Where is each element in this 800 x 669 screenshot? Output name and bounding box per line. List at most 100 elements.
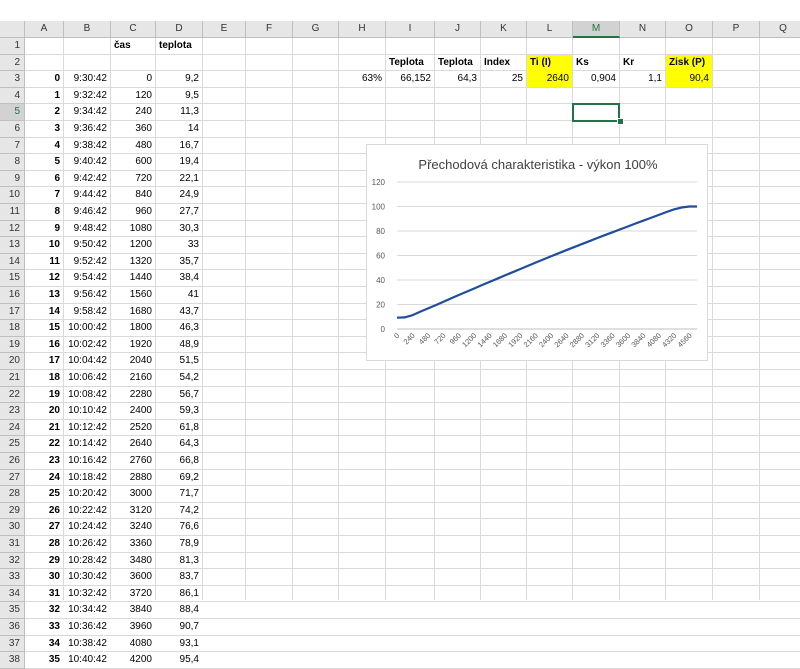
row-header-26[interactable]: 26 [0,453,25,470]
data-index-cell[interactable]: 22 [25,436,63,452]
data-index-cell[interactable]: 17 [25,353,63,369]
data-time-cell[interactable]: 9:46:42 [64,204,110,220]
row-header-22[interactable]: 22 [0,386,25,404]
param-label-o[interactable]: Zisk (P) [666,54,712,71]
data-seconds-cell[interactable]: 2880 [111,470,155,486]
data-seconds-cell[interactable]: 3120 [111,503,155,519]
column-header-m[interactable]: M [573,21,620,38]
data-temperature-cell[interactable]: 19,4 [156,154,202,170]
row-header-33[interactable]: 33 [0,569,25,586]
column-header-h[interactable]: H [339,21,386,38]
data-temperature-cell[interactable]: 76,6 [156,519,202,535]
column-header-j[interactable]: J [435,21,481,38]
data-temperature-cell[interactable]: 43,7 [156,304,202,320]
data-time-cell[interactable]: 10:06:42 [64,370,110,386]
data-index-cell[interactable]: 14 [25,304,63,320]
param-value-j[interactable]: 64,3 [435,71,480,87]
data-temperature-cell[interactable]: 41 [156,287,202,303]
data-time-cell[interactable]: 10:16:42 [64,453,110,469]
select-all-corner[interactable] [0,21,25,38]
data-temperature-cell[interactable]: 61,8 [156,420,202,436]
data-temperature-cell[interactable]: 38,4 [156,270,202,286]
data-index-cell[interactable]: 25 [25,486,63,502]
column-header-k[interactable]: K [481,21,527,38]
data-time-cell[interactable]: 10:32:42 [64,586,110,602]
data-temperature-cell[interactable]: 56,7 [156,387,202,403]
data-index-cell[interactable]: 32 [25,602,63,618]
data-time-cell[interactable]: 10:36:42 [64,619,110,635]
row-header-24[interactable]: 24 [0,419,25,437]
data-time-cell[interactable]: 10:22:42 [64,503,110,519]
data-seconds-cell[interactable]: 600 [111,154,155,170]
data-time-cell[interactable]: 10:10:42 [64,403,110,419]
data-index-cell[interactable]: 29 [25,553,63,569]
row-header-19[interactable]: 19 [0,336,25,354]
data-index-cell[interactable]: 1 [25,88,63,104]
data-temperature-cell[interactable]: 74,2 [156,503,202,519]
param-value-h[interactable]: 63% [339,71,385,87]
column-header-f[interactable]: F [246,21,293,38]
data-temperature-cell[interactable]: 9,5 [156,88,202,104]
data-index-cell[interactable]: 9 [25,221,63,237]
column-header-q[interactable]: Q [760,21,800,38]
data-time-cell[interactable]: 9:30:42 [64,71,110,87]
data-index-cell[interactable]: 16 [25,337,63,353]
data-seconds-cell[interactable]: 1320 [111,254,155,270]
row-header-32[interactable]: 32 [0,552,25,570]
column-header-n[interactable]: N [620,21,666,38]
data-index-cell[interactable]: 18 [25,370,63,386]
data-index-cell[interactable]: 7 [25,187,63,203]
row-header-16[interactable]: 16 [0,287,25,304]
data-index-cell[interactable]: 35 [25,652,63,668]
data-seconds-cell[interactable]: 4080 [111,636,155,652]
data-temperature-cell[interactable]: 81,3 [156,553,202,569]
data-index-cell[interactable]: 23 [25,453,63,469]
data-seconds-cell[interactable]: 840 [111,187,155,203]
data-index-cell[interactable]: 30 [25,569,63,585]
row-header-10[interactable]: 10 [0,187,25,204]
data-seconds-cell[interactable]: 1440 [111,270,155,286]
data-index-cell[interactable]: 31 [25,586,63,602]
row-header-13[interactable]: 13 [0,237,25,254]
data-time-cell[interactable]: 9:42:42 [64,171,110,187]
header-cas[interactable]: čas [111,38,155,54]
row-header-17[interactable]: 17 [0,303,25,321]
column-header-e[interactable]: E [203,21,246,38]
row-header-14[interactable]: 14 [0,253,25,271]
data-temperature-cell[interactable]: 16,7 [156,138,202,154]
data-temperature-cell[interactable]: 30,3 [156,221,202,237]
data-index-cell[interactable]: 0 [25,71,63,87]
data-temperature-cell[interactable]: 59,3 [156,403,202,419]
row-header-28[interactable]: 28 [0,486,25,503]
data-temperature-cell[interactable]: 69,2 [156,470,202,486]
data-index-cell[interactable]: 15 [25,320,63,336]
row-header-9[interactable]: 9 [0,170,25,188]
param-label-m[interactable]: Ks [573,55,619,71]
row-header-7[interactable]: 7 [0,137,25,155]
row-header-36[interactable]: 36 [0,619,25,636]
line-chart[interactable]: Přechodová charakteristika - výkon 100% … [366,144,708,361]
data-seconds-cell[interactable]: 2160 [111,370,155,386]
data-seconds-cell[interactable]: 3240 [111,519,155,535]
row-header-27[interactable]: 27 [0,469,25,487]
row-header-1[interactable]: 1 [0,38,25,55]
param-label-j[interactable]: Teplota [435,55,480,71]
column-header-p[interactable]: P [713,21,760,38]
data-seconds-cell[interactable]: 1800 [111,320,155,336]
column-header-i[interactable]: I [386,21,435,38]
data-time-cell[interactable]: 10:30:42 [64,569,110,585]
data-seconds-cell[interactable]: 3360 [111,536,155,552]
data-index-cell[interactable]: 27 [25,519,63,535]
data-seconds-cell[interactable]: 2040 [111,353,155,369]
data-temperature-cell[interactable]: 88,4 [156,602,202,618]
data-time-cell[interactable]: 10:00:42 [64,320,110,336]
data-temperature-cell[interactable]: 51,5 [156,353,202,369]
data-temperature-cell[interactable]: 14 [156,121,202,137]
data-time-cell[interactable]: 10:14:42 [64,436,110,452]
row-header-37[interactable]: 37 [0,635,25,653]
data-temperature-cell[interactable]: 93,1 [156,636,202,652]
param-value-m[interactable]: 0,904 [573,71,619,87]
param-label-l[interactable]: Ti (I) [527,54,572,71]
data-seconds-cell[interactable]: 1200 [111,237,155,253]
param-value-l[interactable]: 2640 [527,71,572,88]
